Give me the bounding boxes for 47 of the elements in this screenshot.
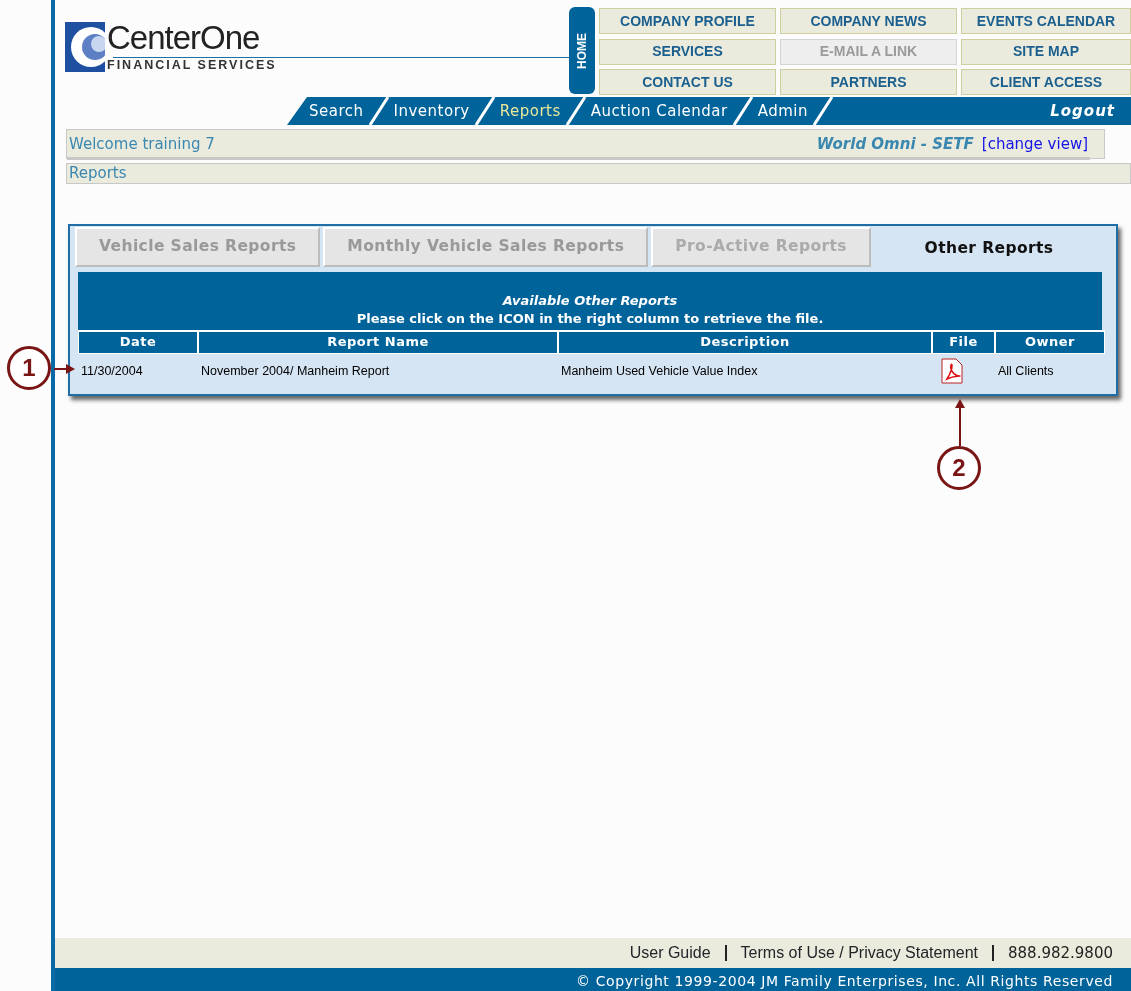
- tab-divider: [731, 97, 754, 125]
- change-view-link[interactable]: [change view]: [981, 132, 1088, 156]
- logout-button[interactable]: Logout: [1046, 97, 1131, 125]
- nav-link-button[interactable]: SITE MAP: [961, 38, 1131, 65]
- phone-number: 888.982.9800: [1008, 942, 1113, 964]
- nav-link-button[interactable]: CONTACT US: [599, 69, 776, 96]
- table-cell-text: 11/30/2004: [80, 362, 144, 380]
- nav-tab[interactable]: Inventory: [389, 97, 474, 125]
- tab-divider: [473, 97, 496, 125]
- nav-link-button[interactable]: PARTNERS: [780, 69, 957, 96]
- nav-tab[interactable]: Search: [305, 97, 368, 125]
- column-header: Report Name: [198, 330, 558, 354]
- logo-tagline: FINANCIAL SERVICES: [107, 57, 277, 74]
- callout-arrow: [953, 398, 967, 446]
- footer-link[interactable]: User Guide: [629, 941, 711, 965]
- callout-marker: 2: [937, 446, 981, 490]
- table-cell-text: November 2004/ Manheim Report: [200, 362, 391, 380]
- table-cell-text: All Clients: [997, 362, 1055, 380]
- tab-divider: [812, 97, 835, 125]
- table-title: Available Other Reports: [502, 292, 678, 310]
- nav-link-button[interactable]: CLIENT ACCESS: [961, 69, 1131, 96]
- column-header: File: [932, 330, 995, 354]
- table-instruction: Please click on the ICON in the right column to retrieve the file.: [356, 310, 824, 328]
- column-header: Owner: [995, 330, 1105, 354]
- nav-link-button[interactable]: COMPANY PROFILE: [599, 8, 776, 34]
- nav-tab[interactable]: Auction Calendar: [586, 97, 732, 125]
- column-header: Date: [78, 330, 198, 354]
- callout-marker: 1: [7, 346, 51, 390]
- nav-link-button[interactable]: COMPANY NEWS: [780, 8, 957, 34]
- nav-link-button[interactable]: EVENTS CALENDAR: [961, 8, 1131, 34]
- tab-divider: [367, 97, 390, 125]
- home-button[interactable]: HOME: [569, 7, 595, 94]
- breadcrumb: Reports: [66, 163, 1131, 184]
- tab-divider: [564, 97, 587, 125]
- nav-tab[interactable]: Reports: [495, 97, 565, 125]
- footer-link[interactable]: Terms of Use / Privacy Statement: [740, 941, 978, 965]
- table-cell-text: Manheim Used Vehicle Value Index: [560, 362, 759, 380]
- column-header: Description: [558, 330, 932, 354]
- copyright-bar: © Copyright 1999-2004 JM Family Enterprises, Inc. All Rights Reserved: [55, 968, 1131, 991]
- welcome-text: Welcome training 7: [69, 133, 215, 155]
- nav-link-button[interactable]: SERVICES: [599, 38, 776, 65]
- nav-tab[interactable]: Admin: [753, 97, 813, 125]
- pdf-file-icon[interactable]: [941, 358, 963, 384]
- callout-arrow: [54, 363, 76, 375]
- logo-name: CenterOne: [107, 22, 261, 54]
- logo-icon: [65, 22, 105, 72]
- account-name: World Omni - SETF: [816, 133, 974, 155]
